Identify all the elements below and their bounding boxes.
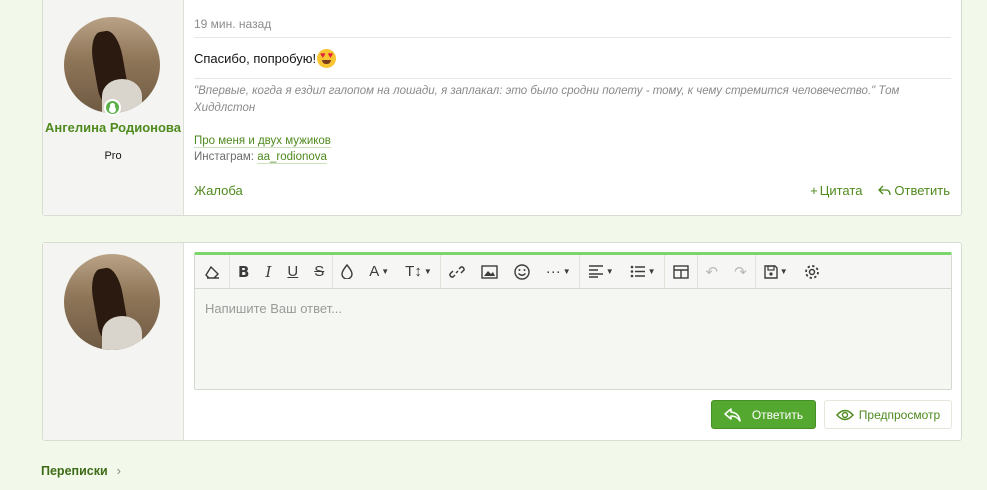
- report-link[interactable]: Жалоба: [194, 183, 243, 198]
- message-user-cell: Ангелина Родионова Pro: [43, 0, 184, 215]
- underline-icon[interactable]: U: [279, 255, 306, 289]
- plus-icon: +: [810, 183, 818, 198]
- message-content: 19 мин. назад Спасибо, попробую! "Впервы…: [184, 0, 961, 215]
- eye-icon: [835, 409, 854, 420]
- quote-button[interactable]: + Цитата: [810, 183, 862, 198]
- divider: [194, 37, 951, 38]
- reply-label: Ответить: [894, 183, 950, 198]
- username-link[interactable]: Ангелина Родионова: [43, 120, 183, 135]
- editor-toolbar: B I U S A ▼ T↕ ▼ ··· ▼ ▼ ▼ ↶ ↷ ▼: [195, 254, 951, 289]
- align-icon[interactable]: ▼: [580, 255, 622, 289]
- reply-icon: [724, 407, 741, 422]
- strikethrough-icon[interactable]: S: [306, 254, 334, 289]
- bold-icon[interactable]: B: [230, 255, 257, 289]
- online-status-icon: [104, 99, 121, 116]
- reply-icon: [878, 185, 892, 196]
- reply-button[interactable]: Ответить: [711, 400, 816, 429]
- undo-icon[interactable]: ↶: [698, 255, 727, 289]
- instagram-link[interactable]: aa_rodionova: [257, 151, 327, 164]
- heart-eyes-emoji-icon: [317, 49, 337, 68]
- signature-divider: [194, 78, 951, 79]
- reply-user-cell: [43, 243, 184, 440]
- link-icon[interactable]: [441, 255, 473, 289]
- list-icon[interactable]: ▼: [622, 254, 665, 289]
- message-post: Ангелина Родионова Pro 19 мин. назад Спа…: [42, 0, 962, 216]
- rich-text-editor: B I U S A ▼ T↕ ▼ ··· ▼ ▼ ▼ ↶ ↷ ▼ Напишит…: [194, 252, 952, 390]
- font-family-icon[interactable]: A ▼: [361, 255, 397, 289]
- user-title: Pro: [104, 150, 122, 162]
- smiley-icon[interactable]: [506, 255, 538, 289]
- quick-reply: B I U S A ▼ T↕ ▼ ··· ▼ ▼ ▼ ↶ ↷ ▼ Напишит…: [42, 242, 962, 441]
- eraser-icon[interactable]: [197, 254, 230, 289]
- message-text: Спасибо, попробую!: [194, 51, 317, 66]
- save-draft-icon[interactable]: ▼: [756, 255, 796, 289]
- reply-main: B I U S A ▼ T↕ ▼ ··· ▼ ▼ ▼ ↶ ↷ ▼ Напишит…: [184, 243, 961, 440]
- reply-button-label: Ответить: [751, 407, 804, 422]
- settings-icon[interactable]: [796, 255, 828, 289]
- redo-icon[interactable]: ↷: [726, 254, 756, 289]
- message-body: Спасибо, попробую!: [194, 49, 337, 68]
- color-drop-icon[interactable]: [333, 255, 361, 289]
- preview-button-label: Предпросмотр: [858, 407, 941, 422]
- reply-textarea[interactable]: Напишите Ваш ответ...: [195, 289, 951, 389]
- italic-icon[interactable]: I: [257, 255, 279, 289]
- signature-instagram: Инстаграм: aa_rodionova: [194, 151, 327, 164]
- font-size-icon[interactable]: T↕ ▼: [397, 254, 441, 289]
- breadcrumb: Переписки ›: [41, 463, 121, 478]
- breadcrumb-link[interactable]: Переписки: [41, 464, 108, 478]
- post-actions: + Цитата Ответить: [810, 183, 950, 198]
- more-icon[interactable]: ··· ▼: [538, 254, 580, 289]
- table-icon[interactable]: [665, 254, 698, 289]
- reply-link[interactable]: Ответить: [878, 183, 950, 198]
- signature-quote: "Впервые, когда я ездил галопом на лошад…: [194, 85, 900, 114]
- avatar[interactable]: [64, 254, 160, 350]
- instagram-label: Инстаграм:: [194, 151, 254, 163]
- chevron-right-icon: ›: [116, 463, 121, 478]
- post-time[interactable]: 19 мин. назад: [194, 17, 271, 31]
- preview-button[interactable]: Предпросмотр: [824, 400, 952, 429]
- signature-link[interactable]: Про меня и двух мужиков: [194, 135, 331, 148]
- image-icon[interactable]: [473, 255, 506, 289]
- quote-label: Цитата: [819, 183, 863, 198]
